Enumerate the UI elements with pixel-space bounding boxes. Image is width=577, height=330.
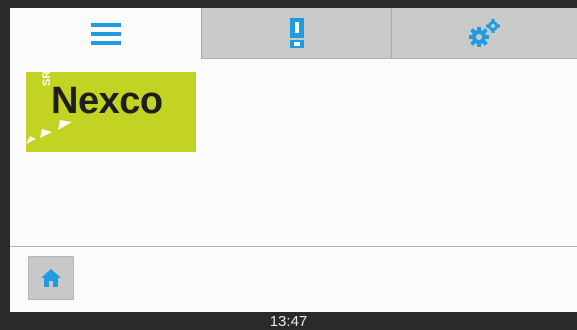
tab-bar bbox=[10, 8, 577, 59]
tab-alarm[interactable] bbox=[201, 8, 391, 59]
device-screen: SR Nexco bbox=[10, 8, 577, 312]
tab-settings[interactable] bbox=[391, 8, 577, 59]
gears-icon bbox=[468, 19, 500, 47]
nexco-logo: SR Nexco bbox=[26, 72, 196, 152]
home-icon bbox=[41, 269, 61, 287]
hamburger-menu-icon bbox=[90, 22, 121, 45]
logo-arrows-icon bbox=[26, 120, 72, 144]
footer-divider bbox=[10, 246, 577, 247]
exclamation-alert-icon bbox=[289, 18, 304, 48]
status-bar: 13:47 bbox=[0, 312, 577, 330]
tab-menu[interactable] bbox=[10, 8, 201, 59]
home-button[interactable] bbox=[28, 256, 74, 300]
clock-time: 13:47 bbox=[269, 312, 308, 330]
logo-wordmark: Nexco bbox=[51, 80, 163, 122]
